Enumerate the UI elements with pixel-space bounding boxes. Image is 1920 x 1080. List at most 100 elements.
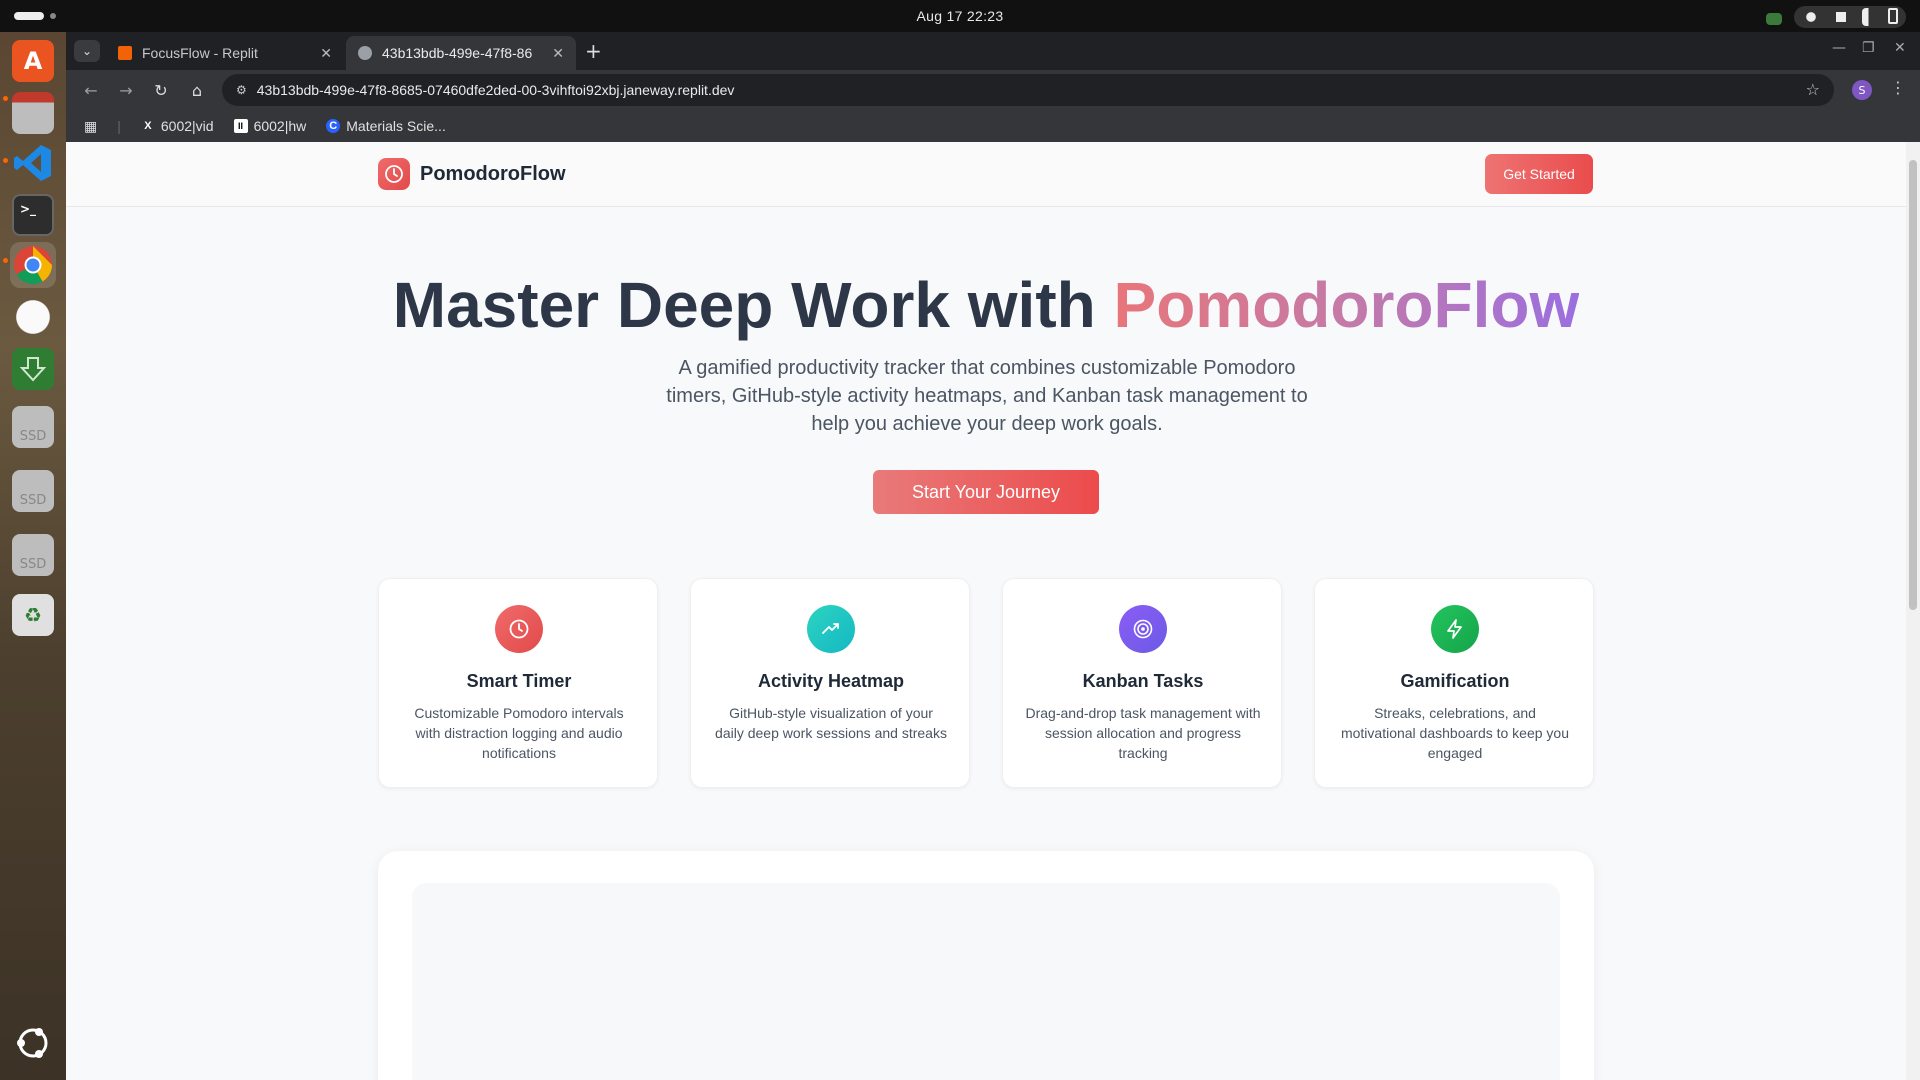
- brand-name: PomodoroFlow: [420, 162, 566, 185]
- reload-button[interactable]: ↻: [150, 79, 172, 101]
- workspace-indicator: [14, 12, 44, 20]
- start-journey-button[interactable]: Start Your Journey: [873, 470, 1099, 514]
- system-tray[interactable]: [1766, 6, 1906, 28]
- dock: A >_ SSD SSD SSD ♻: [0, 32, 66, 1080]
- feature-card-kanban-tasks: Kanban Tasks Drag-and-drop task manageme…: [1002, 578, 1282, 788]
- dock-ssd-2[interactable]: SSD: [10, 468, 56, 514]
- browser-toolbar: ← → ↻ ⌂ ⚙ 43b13bdb-499e-47f8-8685-07460d…: [66, 70, 1920, 110]
- feature-card-smart-timer: Smart Timer Customizable Pomodoro interv…: [378, 578, 658, 788]
- notion-logo-icon: II: [233, 119, 248, 133]
- home-button[interactable]: ⌂: [186, 79, 208, 101]
- show-apps-button[interactable]: [10, 1020, 56, 1066]
- bookmarks-bar: ▦ | X 6002|vid II 6002|hw C Materials Sc…: [66, 110, 1920, 142]
- dock-trash[interactable]: ♻: [10, 592, 56, 638]
- screenshot-icon: [1766, 12, 1782, 25]
- url-text[interactable]: 43b13bdb-499e-47f8-8685-07460dfe2ded-00-…: [257, 82, 735, 98]
- battery-icon: [1888, 8, 1898, 24]
- dock-timer[interactable]: [10, 294, 56, 340]
- status-menu[interactable]: [1794, 6, 1906, 28]
- app-preview-panel: [378, 851, 1594, 1080]
- ssd-drive-icon: SSD: [12, 534, 54, 576]
- brightness-icon: [1802, 8, 1820, 26]
- ubuntu-logo-icon: [12, 1022, 54, 1064]
- dock-vscode[interactable]: [10, 140, 56, 186]
- vscode-icon: [12, 142, 54, 184]
- page-scrollbar[interactable]: [1906, 142, 1920, 1080]
- menu-kebab-icon[interactable]: ⋮: [1890, 78, 1906, 97]
- dock-ssd-1[interactable]: SSD: [10, 404, 56, 450]
- dock-ssd-3[interactable]: SSD: [10, 532, 56, 578]
- browser-window: ⌄ FocusFlow - Replit ✕ 43b13bdb-499e-47f…: [66, 32, 1920, 1080]
- running-indicator: [3, 96, 8, 101]
- ssd-drive-icon: SSD: [12, 470, 54, 512]
- tab-strip: ⌄ FocusFlow - Replit ✕ 43b13bdb-499e-47f…: [66, 32, 1920, 70]
- scrollbar-thumb[interactable]: [1909, 160, 1917, 610]
- clock-icon: [495, 605, 543, 653]
- target-icon: [1119, 605, 1167, 653]
- dock-terminal[interactable]: >_: [10, 192, 56, 238]
- back-button[interactable]: ←: [80, 79, 102, 101]
- running-indicator: [3, 258, 8, 263]
- chevron-down-icon: ⌄: [81, 44, 93, 58]
- feature-title: Smart Timer: [466, 671, 572, 691]
- close-icon[interactable]: ✕: [552, 45, 564, 62]
- profile-avatar[interactable]: S: [1852, 80, 1872, 100]
- hero-title-accent: PomodoroFlow: [1113, 269, 1580, 341]
- chrome-icon: [12, 244, 54, 286]
- bookmark-6002-hw[interactable]: II 6002|hw: [233, 118, 306, 134]
- ssd-drive-icon: SSD: [12, 406, 54, 448]
- files-icon: [12, 92, 54, 134]
- clock[interactable]: Aug 17 22:23: [917, 8, 1004, 24]
- restore-button[interactable]: ❐: [1862, 40, 1875, 56]
- tab-title: 43b13bdb-499e-47f8-86: [382, 45, 533, 61]
- bookmark-6002-vid[interactable]: X 6002|vid: [141, 118, 213, 134]
- app-preview-placeholder: [412, 883, 1560, 1080]
- feature-card-gamification: Gamification Streaks, celebrations, and …: [1314, 578, 1594, 788]
- tab-title: FocusFlow - Replit: [142, 45, 258, 61]
- bookmark-label: Materials Scie...: [346, 118, 446, 134]
- tab-replit-dev-preview[interactable]: 43b13bdb-499e-47f8-86 ✕: [346, 36, 576, 70]
- clock-logo-icon: [378, 158, 410, 190]
- get-started-button[interactable]: Get Started: [1485, 154, 1593, 194]
- close-window-button[interactable]: ✕: [1894, 40, 1906, 56]
- web-page: PomodoroFlow Get Started Master Deep Wor…: [66, 142, 1920, 1080]
- activities-button[interactable]: [14, 12, 56, 20]
- installer-icon: [12, 348, 54, 390]
- brand[interactable]: PomodoroFlow: [378, 158, 566, 190]
- feature-card-activity-heatmap: Activity Heatmap GitHub-style visualizat…: [690, 578, 970, 788]
- system-top-bar: Aug 17 22:23: [0, 0, 1920, 32]
- tab-search-button[interactable]: ⌄: [74, 40, 100, 62]
- egg-timer-icon: [12, 296, 54, 338]
- terminal-icon: >_: [12, 194, 54, 236]
- address-bar[interactable]: ⚙ 43b13bdb-499e-47f8-8685-07460dfe2ded-0…: [222, 74, 1834, 106]
- x-logo-icon: X: [144, 120, 152, 132]
- dock-chrome[interactable]: [10, 242, 56, 288]
- dock-installer[interactable]: [10, 346, 56, 392]
- feature-title: Gamification: [1400, 671, 1510, 691]
- dock-files[interactable]: [10, 90, 56, 136]
- feature-description: Streaks, celebrations, and motivational …: [1340, 705, 1570, 761]
- replit-favicon-icon: [118, 46, 132, 60]
- tab-focusflow-replit[interactable]: FocusFlow - Replit ✕: [106, 36, 344, 70]
- trending-up-icon: [807, 605, 855, 653]
- forward-button[interactable]: →: [115, 79, 137, 101]
- feature-description: Customizable Pomodoro intervals with dis…: [414, 705, 624, 761]
- bookmark-star-icon[interactable]: ☆: [1806, 80, 1820, 99]
- hero-title: Master Deep Work with PomodoroFlow: [66, 268, 1906, 342]
- trash-icon: ♻: [12, 594, 54, 636]
- minimize-button[interactable]: —: [1832, 40, 1846, 56]
- feature-title: Kanban Tasks: [1082, 671, 1204, 691]
- app-center-icon: A: [12, 40, 54, 82]
- new-tab-button[interactable]: +: [585, 39, 602, 63]
- site-info-icon[interactable]: ⚙: [236, 83, 247, 97]
- close-icon[interactable]: ✕: [320, 45, 332, 62]
- running-indicator: [3, 158, 8, 163]
- bookmark-materials-science[interactable]: C Materials Scie...: [326, 118, 446, 134]
- hero-title-main: Master Deep Work with: [392, 269, 1114, 341]
- feature-title: Activity Heatmap: [757, 671, 905, 691]
- bookmark-divider: |: [117, 118, 121, 134]
- hero-subtitle: A gamified productivity tracker that com…: [666, 357, 1308, 435]
- apps-grid-icon[interactable]: ▦: [84, 118, 97, 135]
- dock-app-center[interactable]: A: [10, 38, 56, 84]
- site-header: PomodoroFlow Get Started: [66, 142, 1906, 207]
